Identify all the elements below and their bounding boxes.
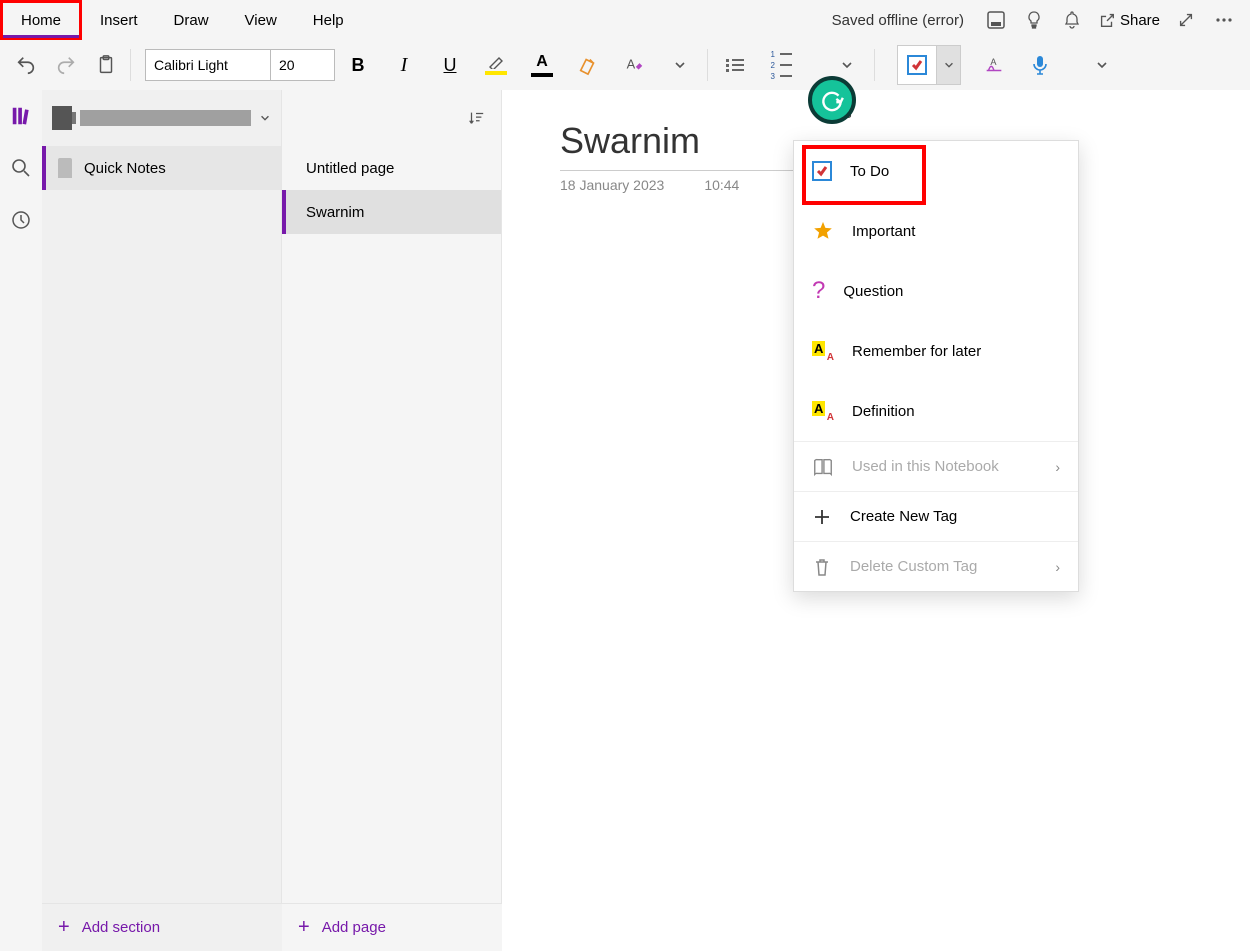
question-icon: ? xyxy=(812,277,825,305)
separator xyxy=(874,49,875,81)
underline-button[interactable]: U xyxy=(427,45,473,85)
tag-option-definition[interactable]: AA Definition xyxy=(794,381,1078,441)
ribbon: Calibri Light 20 B I U A A 1 2 3 xyxy=(0,40,1250,90)
tag-label: Important xyxy=(852,223,1060,240)
menu-draw[interactable]: Draw xyxy=(156,0,227,40)
italic-button[interactable]: I xyxy=(381,45,427,85)
plus-icon: + xyxy=(298,916,310,939)
tag-label: Question xyxy=(843,283,1060,300)
sections-pane: Quick Notes xyxy=(42,90,282,951)
feed-icon[interactable] xyxy=(984,8,1008,32)
tag-label: Definition xyxy=(852,403,1060,420)
tag-dropdown-button[interactable] xyxy=(936,46,960,84)
lightbulb-icon[interactable] xyxy=(1022,8,1046,32)
notebook-name-redacted xyxy=(80,110,251,126)
chevron-down-icon xyxy=(259,112,271,124)
page-item-swarnim[interactable]: Swarnim xyxy=(282,190,501,234)
tags-dropdown-panel: To Do Important ? Question AA Remember f… xyxy=(793,140,1079,592)
menu-help[interactable]: Help xyxy=(295,0,362,40)
menu-home[interactable]: Home xyxy=(0,0,82,40)
dictate-button[interactable] xyxy=(1017,45,1063,85)
used-label: Used in this Notebook xyxy=(852,458,1037,475)
nav-rail xyxy=(0,90,42,951)
ink-button[interactable]: A xyxy=(971,45,1017,85)
create-new-tag[interactable]: Create New Tag xyxy=(794,491,1078,541)
tag-option-question[interactable]: ? Question xyxy=(794,261,1078,321)
clipboard-button[interactable] xyxy=(86,45,126,85)
tag-option-important[interactable]: Important xyxy=(794,201,1078,261)
expand-icon[interactable] xyxy=(1174,8,1198,32)
menu-bar: Home Insert Draw View Help Saved offline… xyxy=(0,0,1250,40)
separator xyxy=(707,49,708,81)
notebooks-icon[interactable] xyxy=(9,104,33,128)
separator xyxy=(130,49,131,81)
tag-label: Remember for later xyxy=(852,343,1060,360)
numbered-list-button[interactable]: 1 2 3 xyxy=(758,45,804,85)
page-time: 10:44 xyxy=(704,177,739,193)
more-formatting-dropdown[interactable] xyxy=(657,45,703,85)
undo-button[interactable] xyxy=(6,45,46,85)
plus-icon xyxy=(812,507,832,527)
page-date: 18 January 2023 xyxy=(560,177,664,193)
share-button[interactable]: Share xyxy=(1098,11,1160,29)
page-title[interactable]: Swarnim xyxy=(560,120,810,162)
menu-insert[interactable]: Insert xyxy=(82,0,156,40)
add-page-label: Add page xyxy=(322,919,386,936)
delete-label: Delete Custom Tag xyxy=(850,558,1037,575)
svg-text:A: A xyxy=(990,57,997,67)
add-section-label: Add section xyxy=(82,919,160,936)
add-section-button[interactable]: + Add section xyxy=(42,903,282,951)
notebook-icon xyxy=(52,106,72,130)
tag-option-remember[interactable]: AA Remember for later xyxy=(794,321,1078,381)
todo-icon xyxy=(812,161,832,181)
chevron-right-icon: › xyxy=(1055,559,1060,575)
create-label: Create New Tag xyxy=(850,508,1060,525)
share-label: Share xyxy=(1120,12,1160,29)
grammarly-badge[interactable] xyxy=(808,76,856,124)
section-item-quick-notes[interactable]: Quick Notes xyxy=(42,146,281,190)
highlight-button[interactable] xyxy=(473,45,519,85)
star-icon xyxy=(812,220,834,242)
bell-icon[interactable] xyxy=(1060,8,1084,32)
more-ribbon-dropdown[interactable] xyxy=(1079,45,1125,85)
bullet-list-button[interactable] xyxy=(712,45,758,85)
todo-tag-button[interactable] xyxy=(898,46,936,84)
bold-button[interactable]: B xyxy=(335,45,381,85)
page-item-untitled[interactable]: Untitled page xyxy=(282,146,501,190)
plus-icon: + xyxy=(58,916,70,939)
section-label: Quick Notes xyxy=(84,160,166,177)
definition-icon: AA xyxy=(812,401,834,421)
tag-option-todo[interactable]: To Do xyxy=(794,141,1078,201)
font-color-button[interactable]: A xyxy=(519,45,565,85)
chevron-right-icon: › xyxy=(1055,459,1060,475)
more-icon[interactable] xyxy=(1212,8,1236,32)
font-size-input[interactable]: 20 xyxy=(271,49,335,81)
svg-text:A: A xyxy=(627,57,636,72)
add-page-button[interactable]: + Add page xyxy=(282,903,502,951)
styles-button[interactable]: A xyxy=(611,45,657,85)
trash-icon xyxy=(812,557,832,577)
clear-formatting-button[interactable] xyxy=(565,45,611,85)
redo-button[interactable] xyxy=(46,45,86,85)
font-name-input[interactable]: Calibri Light xyxy=(145,49,271,81)
menu-view[interactable]: View xyxy=(227,0,295,40)
used-in-notebook[interactable]: Used in this Notebook › xyxy=(794,441,1078,491)
recent-icon[interactable] xyxy=(9,208,33,232)
remember-icon: AA xyxy=(812,341,834,361)
sort-icon[interactable] xyxy=(467,109,485,127)
book-icon xyxy=(812,456,834,478)
search-icon[interactable] xyxy=(9,156,33,180)
section-tab-icon xyxy=(58,158,72,178)
tag-label: To Do xyxy=(850,163,1060,180)
pages-pane: Untitled page Swarnim xyxy=(282,90,502,951)
notebook-header[interactable] xyxy=(42,90,281,146)
saved-status: Saved offline (error) xyxy=(832,12,964,29)
delete-custom-tag[interactable]: Delete Custom Tag › xyxy=(794,541,1078,591)
